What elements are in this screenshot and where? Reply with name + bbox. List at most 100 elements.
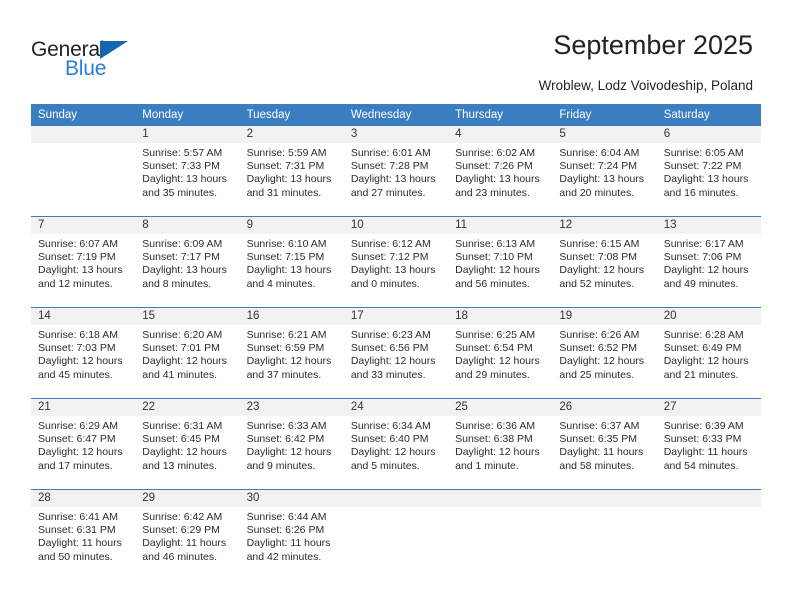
day-cell[interactable]: 14 Sunrise: 6:18 AM Sunset: 7:03 PM Dayl…: [31, 307, 136, 399]
day-cell[interactable]: 30 Sunrise: 6:44 AM Sunset: 6:26 PM Dayl…: [239, 489, 344, 580]
day-cell[interactable]: 21 Sunrise: 6:29 AM Sunset: 6:47 PM Dayl…: [31, 398, 136, 490]
day-cell-inner: 1 Sunrise: 5:57 AM Sunset: 7:33 PM Dayli…: [135, 126, 240, 216]
sunrise-text: Sunrise: 6:09 AM: [142, 238, 223, 250]
day-cell[interactable]: 23 Sunrise: 6:33 AM Sunset: 6:42 PM Dayl…: [239, 398, 344, 490]
day-details: Sunrise: 6:31 AM Sunset: 6:45 PM Dayligh…: [135, 416, 239, 473]
weekday-header-sunday: Sunday: [31, 104, 136, 126]
day-cell[interactable]: [343, 489, 449, 580]
day-details: Sunrise: 6:25 AM Sunset: 6:54 PM Dayligh…: [448, 325, 552, 382]
page-title: September 2025: [553, 30, 753, 60]
day-cell[interactable]: 10 Sunrise: 6:12 AM Sunset: 7:12 PM Dayl…: [343, 216, 449, 308]
day-cell[interactable]: 25 Sunrise: 6:36 AM Sunset: 6:38 PM Dayl…: [448, 398, 553, 490]
sunset-text: Sunset: 7:28 PM: [350, 160, 429, 173]
day-cell[interactable]: [448, 489, 553, 580]
daylight-text-line2: and 45 minutes.: [38, 368, 113, 381]
day-number: 10: [343, 217, 449, 234]
sunrise-text: Sunrise: 5:59 AM: [246, 147, 327, 159]
weekday-header-tuesday: Tuesday: [239, 104, 344, 126]
day-cell[interactable]: [552, 489, 657, 580]
daylight-text-line1: Daylight: 12 hours: [559, 264, 645, 277]
daylight-text-line2: and 17 minutes.: [38, 459, 113, 472]
daylight-text-line2: and 49 minutes.: [663, 277, 739, 290]
day-details: Sunrise: 6:39 AM Sunset: 6:33 PM Dayligh…: [657, 416, 761, 473]
day-cell[interactable]: 28 Sunrise: 6:41 AM Sunset: 6:31 PM Dayl…: [31, 489, 136, 580]
calendar-body: 1 Sunrise: 5:57 AM Sunset: 7:33 PM Dayli…: [31, 126, 761, 580]
daylight-text-line2: and 20 minutes.: [559, 186, 635, 199]
day-cell[interactable]: 29 Sunrise: 6:42 AM Sunset: 6:29 PM Dayl…: [135, 489, 240, 580]
day-cell[interactable]: 11 Sunrise: 6:13 AM Sunset: 7:10 PM Dayl…: [448, 216, 553, 308]
day-cell[interactable]: 19 Sunrise: 6:26 AM Sunset: 6:52 PM Dayl…: [552, 307, 657, 399]
day-cell-inner: 16 Sunrise: 6:21 AM Sunset: 6:59 PM Dayl…: [239, 308, 344, 398]
sunset-text: Sunset: 6:45 PM: [142, 433, 220, 446]
daylight-text-line2: and 52 minutes.: [559, 277, 635, 290]
daylight-text-line2: and 46 minutes.: [142, 550, 217, 563]
day-cell[interactable]: 16 Sunrise: 6:21 AM Sunset: 6:59 PM Dayl…: [239, 307, 344, 399]
day-cell-inner: 30 Sunrise: 6:44 AM Sunset: 6:26 PM Dayl…: [239, 490, 344, 580]
daylight-text-line2: and 9 minutes.: [246, 459, 316, 472]
day-cell[interactable]: 22 Sunrise: 6:31 AM Sunset: 6:45 PM Dayl…: [135, 398, 240, 490]
sunset-text: Sunset: 6:40 PM: [350, 433, 429, 446]
day-cell[interactable]: 17 Sunrise: 6:23 AM Sunset: 6:56 PM Dayl…: [343, 307, 449, 399]
calendar-week-row: 1 Sunrise: 5:57 AM Sunset: 7:33 PM Dayli…: [31, 126, 761, 217]
day-cell[interactable]: 18 Sunrise: 6:25 AM Sunset: 6:54 PM Dayl…: [448, 307, 553, 399]
day-details: Sunrise: 6:23 AM Sunset: 6:56 PM Dayligh…: [344, 325, 448, 382]
daylight-text-line1: Daylight: 12 hours: [246, 446, 332, 459]
weekday-header-saturday: Saturday: [656, 104, 761, 126]
calendar-page: General Blue September 2025 Wroblew, Lod…: [0, 0, 792, 612]
sunset-text: Sunset: 7:19 PM: [38, 251, 116, 264]
daylight-text-line1: Daylight: 13 hours: [246, 173, 332, 186]
day-cell[interactable]: 24 Sunrise: 6:34 AM Sunset: 6:40 PM Dayl…: [343, 398, 449, 490]
day-cell[interactable]: 27 Sunrise: 6:39 AM Sunset: 6:33 PM Dayl…: [656, 398, 761, 490]
day-details: Sunrise: 6:04 AM Sunset: 7:24 PM Dayligh…: [552, 143, 656, 200]
sunset-text: Sunset: 6:59 PM: [246, 342, 325, 355]
day-cell[interactable]: 3 Sunrise: 6:01 AM Sunset: 7:28 PM Dayli…: [343, 126, 449, 217]
sunrise-text: Sunrise: 6:04 AM: [559, 147, 640, 159]
sunset-text: Sunset: 6:26 PM: [246, 524, 325, 537]
general-blue-logo: General Blue: [31, 38, 151, 82]
daylight-text-line2: and 27 minutes.: [350, 186, 426, 199]
day-cell[interactable]: 15 Sunrise: 6:20 AM Sunset: 7:01 PM Dayl…: [135, 307, 240, 399]
day-cell[interactable]: 12 Sunrise: 6:15 AM Sunset: 7:08 PM Dayl…: [552, 216, 657, 308]
day-number: 6: [656, 126, 761, 143]
sunrise-text: Sunrise: 5:57 AM: [142, 147, 223, 159]
day-cell[interactable]: 5 Sunrise: 6:04 AM Sunset: 7:24 PM Dayli…: [552, 126, 657, 217]
sunset-text: Sunset: 7:01 PM: [142, 342, 220, 355]
sunset-text: Sunset: 7:31 PM: [246, 160, 325, 173]
day-number: [31, 126, 136, 143]
day-details: Sunrise: 6:33 AM Sunset: 6:42 PM Dayligh…: [240, 416, 344, 473]
sunrise-text: Sunrise: 6:39 AM: [663, 420, 744, 432]
day-number: 25: [448, 399, 553, 416]
sunset-text: Sunset: 7:10 PM: [455, 251, 533, 264]
day-cell-inner: 3 Sunrise: 6:01 AM Sunset: 7:28 PM Dayli…: [343, 126, 449, 216]
daylight-text-line2: and 5 minutes.: [350, 459, 420, 472]
sunrise-text: Sunrise: 6:05 AM: [663, 147, 744, 159]
sunrise-text: Sunrise: 6:33 AM: [246, 420, 327, 432]
day-cell[interactable]: 26 Sunrise: 6:37 AM Sunset: 6:35 PM Dayl…: [552, 398, 657, 490]
sunset-text: Sunset: 6:31 PM: [38, 524, 116, 537]
day-number: 28: [31, 490, 136, 507]
day-cell[interactable]: 7 Sunrise: 6:07 AM Sunset: 7:19 PM Dayli…: [31, 216, 136, 308]
sunrise-text: Sunrise: 6:42 AM: [142, 511, 223, 523]
daylight-text-line1: Daylight: 13 hours: [350, 264, 436, 277]
day-cell[interactable]: 8 Sunrise: 6:09 AM Sunset: 7:17 PM Dayli…: [135, 216, 240, 308]
day-cell[interactable]: [31, 126, 136, 217]
day-cell[interactable]: 13 Sunrise: 6:17 AM Sunset: 7:06 PM Dayl…: [656, 216, 761, 308]
sunset-text: Sunset: 7:22 PM: [663, 160, 742, 173]
day-number: 30: [239, 490, 344, 507]
day-cell-inner: 28 Sunrise: 6:41 AM Sunset: 6:31 PM Dayl…: [31, 490, 136, 580]
day-cell-inner: 27 Sunrise: 6:39 AM Sunset: 6:33 PM Dayl…: [656, 399, 761, 489]
day-cell-inner: 14 Sunrise: 6:18 AM Sunset: 7:03 PM Dayl…: [31, 308, 136, 398]
day-cell[interactable]: 1 Sunrise: 5:57 AM Sunset: 7:33 PM Dayli…: [135, 126, 240, 217]
sunrise-text: Sunrise: 6:18 AM: [38, 329, 118, 341]
daylight-text-line1: Daylight: 13 hours: [350, 173, 436, 186]
sunrise-text: Sunrise: 6:41 AM: [38, 511, 118, 523]
daylight-text-line2: and 12 minutes.: [38, 277, 113, 290]
day-cell[interactable]: 4 Sunrise: 6:02 AM Sunset: 7:26 PM Dayli…: [448, 126, 553, 217]
day-cell-inner: [656, 490, 761, 580]
day-cell-inner: 8 Sunrise: 6:09 AM Sunset: 7:17 PM Dayli…: [135, 217, 240, 307]
day-cell[interactable]: [656, 489, 761, 580]
day-cell[interactable]: 9 Sunrise: 6:10 AM Sunset: 7:15 PM Dayli…: [239, 216, 344, 308]
day-cell[interactable]: 20 Sunrise: 6:28 AM Sunset: 6:49 PM Dayl…: [656, 307, 761, 399]
day-cell[interactable]: 6 Sunrise: 6:05 AM Sunset: 7:22 PM Dayli…: [656, 126, 761, 217]
day-cell[interactable]: 2 Sunrise: 5:59 AM Sunset: 7:31 PM Dayli…: [239, 126, 344, 217]
